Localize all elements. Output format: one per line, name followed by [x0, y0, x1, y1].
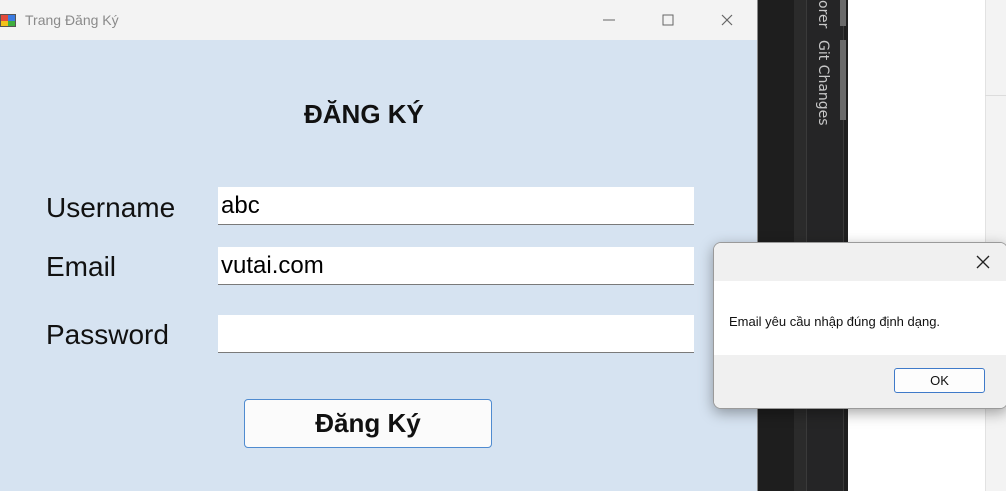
minimize-icon[interactable]: [597, 8, 621, 32]
dialog-title-bar[interactable]: [714, 243, 1006, 281]
dialog-message: Email yêu cầu nhập đúng định dạng.: [729, 314, 941, 329]
ide-tab-explorer[interactable]: orer: [815, 0, 831, 28]
email-input[interactable]: [218, 247, 694, 285]
ide-tab-git-changes[interactable]: Git Changes: [815, 40, 831, 126]
ide-tab-marker: [840, 40, 846, 120]
username-label: Username: [46, 192, 176, 223]
form-heading: ĐĂNG KÝ: [304, 99, 424, 129]
dialog-close-icon[interactable]: [973, 252, 993, 272]
ide-tab-marker: [840, 0, 846, 26]
password-label: Password: [46, 319, 169, 350]
registration-window: Trang Đăng Ký ĐĂNG KÝ Username Email Pas…: [0, 0, 758, 491]
dialog-ok-button[interactable]: OK: [894, 368, 985, 393]
app-icon: [0, 14, 16, 27]
password-input[interactable]: [218, 315, 694, 353]
window-title: Trang Đăng Ký: [25, 12, 119, 28]
maximize-icon[interactable]: [656, 8, 680, 32]
username-input[interactable]: [218, 187, 694, 225]
register-button[interactable]: Đăng Ký: [244, 399, 492, 448]
close-icon[interactable]: [715, 8, 739, 32]
validation-dialog: Email yêu cầu nhập đúng định dạng. OK: [713, 242, 1006, 409]
ide-panel-divider: [985, 95, 1006, 96]
email-label: Email: [46, 251, 117, 282]
title-bar[interactable]: Trang Đăng Ký: [0, 0, 757, 40]
